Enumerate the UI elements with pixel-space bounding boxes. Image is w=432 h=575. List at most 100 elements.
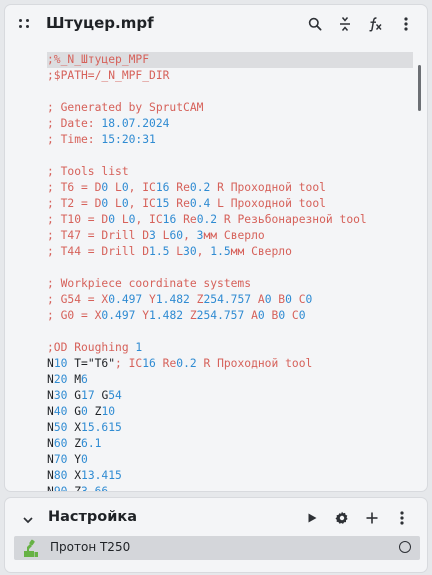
code-line[interactable]: N90 Z3.66 [47, 484, 413, 491]
code-token: Y [142, 293, 156, 306]
code-token: G [67, 405, 82, 418]
code-token: R Резьбонарезной tool [217, 213, 367, 226]
code-token: 30 [183, 245, 197, 258]
code-line[interactable]: ;$PATH=/_N_MPF_DIR [47, 68, 413, 84]
code-token: 1.5 [149, 245, 170, 258]
code-token: ;$PATH=/_N_MPF_DIR [47, 69, 170, 82]
more-vertical-icon[interactable] [395, 13, 417, 35]
code-token: ; IC [115, 357, 143, 370]
function-icon[interactable] [364, 13, 386, 35]
code-line[interactable]: N80 X13.415 [47, 468, 413, 484]
code-line[interactable]: ; T10 = D0 L0, IC16 Re0.2 R Резьбонарезн… [47, 212, 413, 228]
code-token: Z [87, 405, 102, 418]
code-line[interactable]: ; Workpiece coordinate systems [47, 276, 413, 292]
code-line[interactable]: N10 T="T6"; IC16 Re0.2 R Проходной tool [47, 356, 413, 372]
code-line[interactable]: N40 G0 Z10 [47, 404, 413, 420]
more-vertical-icon[interactable] [391, 507, 413, 529]
machine-list-item[interactable]: Протон Т250 [14, 536, 420, 560]
plus-icon[interactable] [361, 507, 383, 529]
code-token: L [155, 229, 170, 242]
code-line[interactable]: N60 Z6.1 [47, 436, 413, 452]
code-line[interactable]: ; T44 = Drill D1.5 L30, 1.5мм Сверло [47, 244, 413, 260]
code-token: 50 [53, 421, 68, 434]
code-line[interactable]: N20 M6 [47, 372, 413, 388]
code-token: 254.757 [203, 293, 252, 306]
code-token: 0 [264, 293, 272, 306]
code-token: 6 [81, 373, 88, 386]
code-token: N [47, 469, 54, 482]
code-line[interactable] [47, 260, 413, 276]
code-token: Z [189, 293, 204, 306]
machine-radio[interactable] [399, 541, 411, 553]
code-line[interactable] [47, 148, 413, 164]
code-token: 0 [298, 309, 306, 322]
code-line[interactable]: ;OD Roughing 1 [47, 340, 413, 356]
gear-icon[interactable] [331, 507, 353, 529]
code-line[interactable]: ;%_N_Штуцер_MPF [47, 52, 413, 68]
code-token: ; G54 = X [47, 293, 109, 306]
code-line[interactable]: ; T6 = D0 L0, IC16 Re0.2 R Проходной too… [47, 180, 413, 196]
code-line[interactable]: N50 X15.615 [47, 420, 413, 436]
code-line[interactable]: ; T47 = Drill D3 L60, 3мм Сверло [47, 228, 413, 244]
code-token: 0 [81, 405, 88, 418]
code-line[interactable]: ; T2 = D0 L0, IC15 Re0.4 L Проходной too… [47, 196, 413, 212]
code-token: ; Date: [47, 117, 102, 130]
code-editor[interactable]: ;%_N_Штуцер_MPF ;$PATH=/_N_MPF_DIR ; Gener… [5, 45, 413, 491]
code-token: ; T44 = Drill D [47, 245, 150, 258]
code-token: Re [169, 197, 190, 210]
scrollbar-thumb[interactable] [418, 65, 421, 111]
code-token: C [291, 293, 306, 306]
code-token: 3.66 [81, 485, 108, 491]
code-line[interactable]: ; Time: 15:20:31 [47, 132, 413, 148]
code-token: R Проходной tool [196, 357, 313, 370]
code-line[interactable]: N30 G17 G54 [47, 388, 413, 404]
code-token: L [169, 245, 184, 258]
code-line[interactable] [47, 84, 413, 100]
settings-title: Настройка [48, 509, 138, 525]
code-token: B [264, 309, 279, 322]
code-token: 60 [169, 229, 184, 242]
code-line[interactable]: N70 Y0 [47, 452, 413, 468]
code-line[interactable]: ; G54 = X0.497 Y1.482 Z254.757 A0 B0 C0 [47, 292, 413, 308]
chevron-down-icon[interactable] [22, 511, 36, 525]
code-panel: Штуцер.mpf ;%_N_Штуцер_MPF ;$PATH=/_N_MPF… [4, 4, 428, 492]
code-token: 10 [101, 405, 116, 418]
code-token: 70 [53, 453, 68, 466]
code-token: 0.497 [108, 293, 143, 306]
code-token: ;%_N_Штуцер_MPF [47, 53, 150, 66]
code-line[interactable]: ; Date: 18.07.2024 [47, 116, 413, 132]
search-icon[interactable] [304, 13, 326, 35]
code-token: C [285, 309, 299, 322]
code-token: 3 [149, 229, 156, 242]
code-token: G [94, 389, 109, 402]
play-icon[interactable] [301, 507, 323, 529]
code-line[interactable] [47, 324, 413, 340]
code-line[interactable]: ; G0 = X0.497 Y1.482 Z254.757 A0 B0 C0 [47, 308, 413, 324]
code-token: Re [155, 357, 177, 370]
code-token: Y [135, 309, 150, 322]
split-icon[interactable] [334, 13, 356, 35]
code-token: , IC [135, 213, 163, 226]
code-token: L [115, 213, 129, 226]
code-token: ; T10 = D [47, 213, 109, 226]
code-token: , IC [128, 197, 156, 210]
code-token: T="T6" [67, 357, 116, 370]
code-token: L Проходной tool [210, 197, 326, 210]
code-token: ;OD Roughing [47, 341, 136, 354]
code-token: 0.497 [101, 309, 136, 322]
code-token: мм Сверло [230, 245, 292, 258]
code-panel-header: Штуцер.mpf [5, 5, 427, 43]
code-token: N [47, 437, 54, 450]
code-line[interactable]: ; Generated by SprutCAM [47, 100, 413, 116]
drag-handle-icon[interactable] [19, 18, 31, 32]
code-token: 1 [135, 341, 143, 354]
code-token: ; Generated by SprutCAM [47, 101, 204, 114]
code-token: N [47, 405, 54, 418]
code-token: N [47, 485, 54, 491]
machine-icon [22, 538, 40, 558]
code-token: 30 [53, 389, 68, 402]
code-line[interactable]: ; Tools list [47, 164, 413, 180]
code-token: 16 [162, 213, 177, 226]
editor-scrollbar[interactable] [415, 65, 425, 485]
code-token: Re [169, 181, 190, 194]
